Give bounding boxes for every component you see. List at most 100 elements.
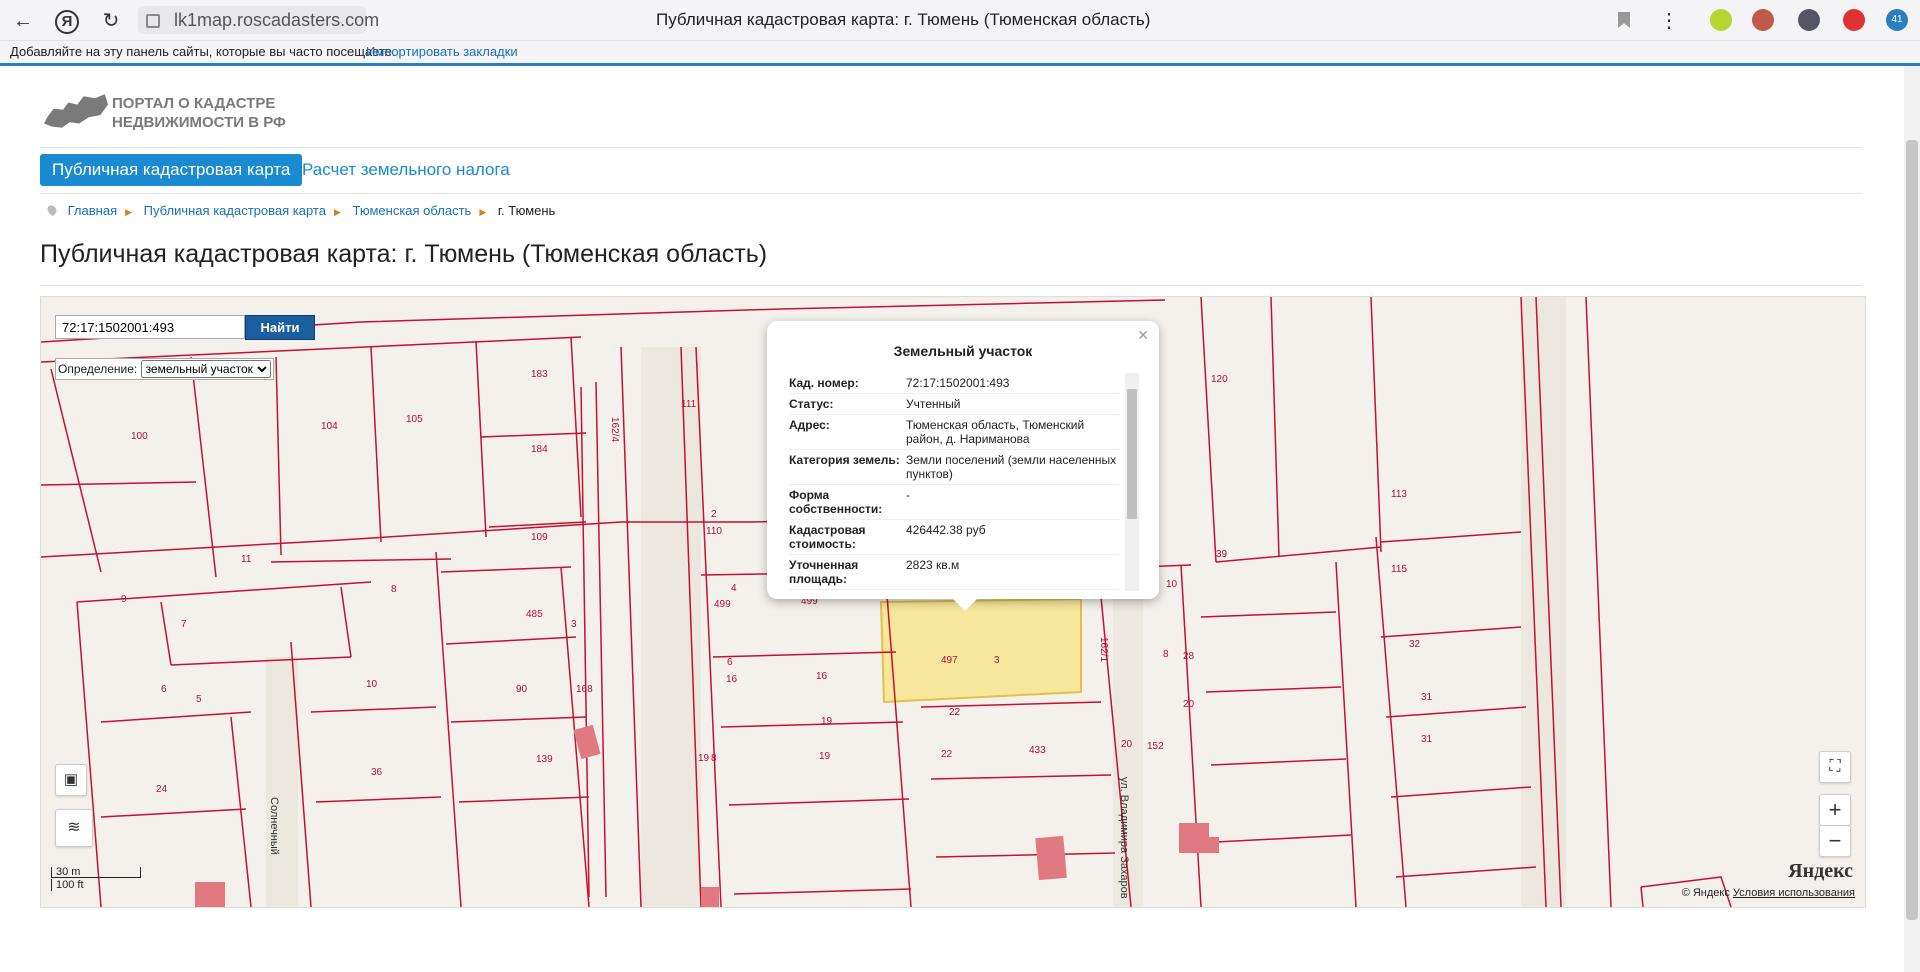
breadcrumb: Главная ▶ Публичная кадастровая карта ▶ Тю…	[45, 203, 563, 218]
parcel-label: 6	[727, 657, 733, 668]
tab-cadastral-map[interactable]: Публичная кадастровая карта	[40, 154, 303, 186]
fullscreen-icon[interactable]: ⛶	[1819, 751, 1851, 783]
popup-row: Кад. номер: 72:17:1502001:493	[789, 373, 1119, 394]
popup-row-value: 2823 кв.м	[906, 558, 960, 572]
popup-row-key: Форма собственности:	[789, 488, 883, 516]
copyright-text: © Яндекс	[1681, 887, 1730, 899]
find-button[interactable]: Найти	[245, 315, 315, 340]
popup-scroll-thumb[interactable]	[1127, 389, 1137, 519]
parcel-label: 19	[819, 751, 831, 762]
parcel-label: 32	[1409, 639, 1421, 650]
popup-row-key: Адрес:	[789, 418, 830, 432]
breadcrumb-home[interactable]: Главная	[68, 203, 117, 218]
lock-icon	[146, 14, 160, 28]
map-attribution: © Яндекс Условия использования	[1682, 887, 1855, 899]
popup-title: Земельный участок	[893, 343, 1033, 359]
street-label: ул. Владимира Захаров	[1118, 777, 1130, 899]
map-scale: 30 m 100 ft	[51, 867, 141, 891]
zoom-in-button[interactable]: +	[1819, 794, 1851, 826]
cadastral-map[interactable]: 100 104 105 183 184 111 11 8 109 485 3 9 7 6 5 10 90 168 1…	[40, 296, 1866, 908]
parcel-label: 5	[196, 694, 202, 705]
parcel-label: 31	[1421, 734, 1433, 745]
close-icon[interactable]: ✕	[1137, 327, 1149, 344]
definition-select[interactable]: земельный участок	[140, 360, 271, 378]
parcel-label: 90	[516, 684, 528, 695]
parcel-label: 24	[156, 784, 168, 795]
parcel-label: 485	[526, 609, 543, 620]
parcel-label: 110	[706, 526, 722, 537]
import-bookmarks-link[interactable]: Импортировать закладки	[366, 44, 518, 59]
extension-icon[interactable]	[1752, 9, 1774, 31]
url-pill[interactable]: lk1map.roscadasters.com	[138, 6, 379, 34]
layers-icon[interactable]: ≋	[55, 809, 93, 847]
breadcrumb-cadastral-map[interactable]: Публичная кадастровая карта	[144, 203, 326, 218]
parcel-label: 31	[1421, 692, 1433, 703]
bookmarks-hint: Добавляйте на эту панель сайты, которые …	[10, 44, 396, 59]
scale-feet: 100 ft	[51, 879, 116, 891]
yandex-icon[interactable]: Я	[55, 10, 79, 34]
extension-icon[interactable]	[1843, 9, 1865, 31]
cadastral-number-input[interactable]	[55, 315, 245, 339]
street-label: Солнечный	[268, 797, 280, 855]
popup-row: Статус: Учтенный	[789, 394, 1119, 415]
scrollbar-thumb[interactable]	[1906, 140, 1918, 920]
back-icon[interactable]: ←	[10, 8, 36, 34]
zoom-out-button[interactable]: −	[1819, 825, 1851, 857]
bookmark-icon[interactable]	[1618, 12, 1630, 28]
logo-line2: НЕДВИЖИМОСТИ В РФ	[112, 114, 286, 131]
popup-row-key: Кадастровая стоимость:	[789, 523, 866, 551]
popup-row-value: Тюменская область, Тюменский район, д. Н…	[906, 418, 1085, 446]
parcel-label: 111	[681, 399, 697, 410]
parcel-label: 3	[571, 619, 577, 630]
reload-icon[interactable]: ↻	[98, 8, 124, 34]
parcel-label: 10	[1166, 579, 1178, 590]
address-bar[interactable]: lk1map.roscadasters.com Публичная кадаст…	[138, 6, 1638, 34]
popup-row-value: 426442.38 руб	[906, 523, 986, 537]
popup-row-key: Кад. номер:	[789, 376, 859, 390]
extension-icon[interactable]	[1710, 9, 1732, 31]
popup-row-key: Категория земель:	[789, 453, 900, 467]
parcel-label: 8	[391, 584, 397, 595]
tab-land-tax[interactable]: Расчет земельного налога	[302, 154, 510, 186]
popup-scrollbar[interactable]	[1125, 373, 1139, 591]
parcel-label: 7	[181, 619, 187, 630]
terms-link[interactable]: Условия использования	[1733, 887, 1855, 899]
divider	[40, 147, 1862, 148]
parcel-label: 4	[731, 583, 737, 594]
logo-line1: ПОРТАЛ О КАДАСТРЕ	[112, 95, 276, 112]
definition-label: Определение:	[58, 362, 138, 376]
yandex-logo[interactable]: Яндекс	[1788, 860, 1853, 883]
logo-text: ПОРТАЛ О КАДАСТРЕ НЕДВИЖИМОСТИ В РФ	[112, 94, 312, 132]
parcel-label: 22	[949, 707, 961, 718]
parcel-label: 115	[1391, 564, 1407, 575]
parcel-label: 28	[1183, 651, 1195, 662]
parcel-label: 20	[1183, 699, 1195, 710]
parcel-label: 139	[536, 754, 553, 765]
popup-row: Кадастровая стоимость: 426442.38 руб	[789, 520, 1119, 555]
divider	[40, 193, 1862, 194]
parcel-label: 22	[941, 749, 953, 760]
popup-row-value: -	[906, 488, 910, 502]
parcel-label: 162/4	[609, 417, 620, 442]
popup-info-table: Кад. номер: 72:17:1502001:493 Статус: Учтен…	[789, 373, 1119, 591]
page-title-in-bar: Публичная кадастровая карта: г. Тюмень (…	[656, 10, 1151, 29]
breadcrumb-separator-icon: ▶	[125, 207, 133, 217]
popup-row-key: Уточненная площадь:	[789, 558, 859, 586]
selected-parcel[interactable]	[879, 597, 1082, 704]
page-scrollbar[interactable]	[1904, 66, 1920, 972]
popup-row: Форма собственности: -	[789, 485, 1119, 520]
downloads-icon[interactable]: 41	[1886, 9, 1908, 31]
parcel-label: 109	[531, 532, 548, 543]
popup-row-value: Земли поселений (земли населенных пункто…	[906, 453, 1117, 481]
parcel-label: 105	[406, 414, 423, 425]
ruler-icon[interactable]: ▣	[55, 764, 87, 796]
parcel-label: 16	[816, 671, 828, 682]
parcel-label: 9	[121, 594, 127, 605]
menu-dots-icon[interactable]: ⋮	[1656, 8, 1682, 34]
popup-row-key: Статус:	[789, 397, 834, 411]
parcel-label: 3	[994, 655, 1000, 666]
breadcrumb-region[interactable]: Тюменская область	[353, 203, 472, 218]
url-text: lk1map.roscadasters.com	[174, 10, 380, 30]
popup-row: Уточненная площадь: 2823 кв.м	[789, 555, 1119, 590]
extension-icon[interactable]	[1798, 9, 1820, 31]
